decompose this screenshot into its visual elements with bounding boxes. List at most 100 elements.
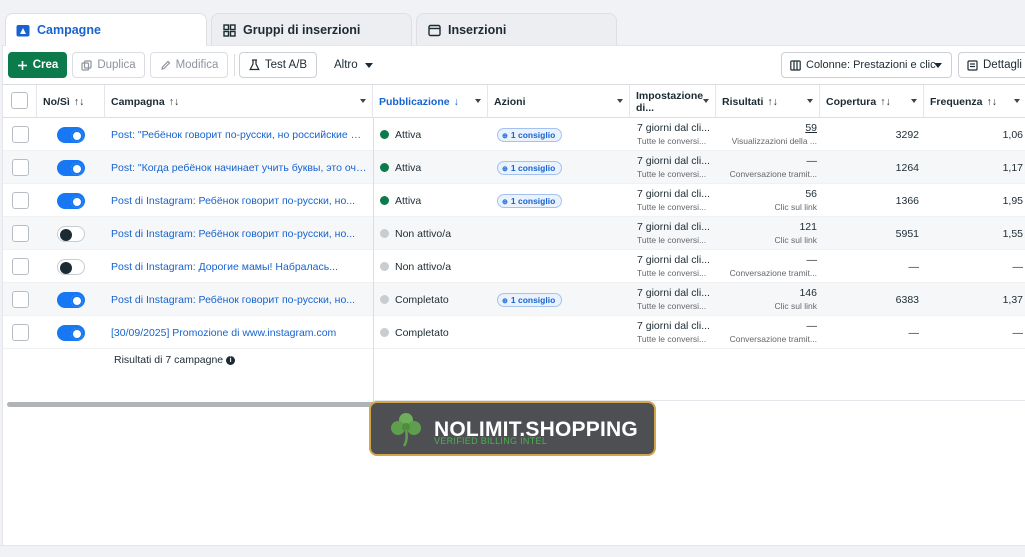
pencil-icon xyxy=(160,60,171,71)
campaign-name-link[interactable]: [30/09/2025] Promozione di www.instagram… xyxy=(111,316,369,349)
row-checkbox[interactable] xyxy=(12,159,29,176)
reach-value: 6383 xyxy=(895,293,919,306)
campaign-name-link[interactable]: Post: "Когда ребёнок начинает учить букв… xyxy=(111,151,369,184)
attribution-setting: 7 giorni dal cli... Tutte le conversi... xyxy=(637,122,710,146)
table-row[interactable]: Post: "Когда ребёнок начинает учить букв… xyxy=(3,151,1025,184)
recommendation-badge[interactable]: ⊕ 1 consiglio xyxy=(497,151,563,184)
delivery-toggle[interactable] xyxy=(57,259,85,275)
publication-status: Attiva xyxy=(380,151,490,184)
table-header: No/Sì ↑↓ Campagna ↑↓ Pubblicazione ↓ Azi… xyxy=(3,84,1025,118)
columns-dropdown[interactable]: Colonne: Prestazioni e clic xyxy=(781,52,952,78)
campaign-folder-icon xyxy=(16,23,30,37)
row-checkbox[interactable] xyxy=(12,258,29,275)
delivery-toggle[interactable] xyxy=(57,193,85,209)
create-button[interactable]: Crea xyxy=(8,52,67,78)
status-dot-icon xyxy=(380,328,389,337)
recommendation-badge[interactable]: ⊕ 1 consiglio xyxy=(497,184,563,217)
delivery-toggle[interactable] xyxy=(57,325,85,341)
ads-manager: Campagne Gruppi di inserzioni Inserzioni… xyxy=(0,0,1025,557)
toolbar-divider xyxy=(234,54,235,76)
caret-down-icon xyxy=(364,62,373,68)
publication-status: Completato xyxy=(380,316,490,349)
frequency-value: 1,95 xyxy=(1002,194,1023,207)
table-row[interactable]: Post: "Ребёнок говорит по-русски, но рос… xyxy=(3,118,1025,151)
delivery-toggle[interactable] xyxy=(57,292,85,308)
sort-icon: ↑↓ xyxy=(767,95,778,108)
recommendation-icon: ⊕ xyxy=(502,297,508,305)
status-dot-icon xyxy=(380,262,389,271)
row-checkbox[interactable] xyxy=(12,225,29,242)
ad-window-icon xyxy=(427,23,441,37)
tab-adsets[interactable]: Gruppi di inserzioni xyxy=(211,13,412,46)
row-checkbox[interactable] xyxy=(12,291,29,308)
recommendation-badge[interactable]: ⊕ 1 consiglio xyxy=(497,283,563,316)
frequency-value: 1,17 xyxy=(1002,161,1023,174)
delivery-toggle[interactable] xyxy=(57,160,85,176)
campaign-name-link[interactable]: Post di Instagram: Ребёнок говорит по-ру… xyxy=(111,184,369,217)
table-row[interactable]: Post di Instagram: Ребёнок говорит по-ру… xyxy=(3,184,1025,217)
tab-label: Gruppi di inserzioni xyxy=(243,23,361,37)
delivery-toggle[interactable] xyxy=(57,127,85,143)
tab-label: Inserzioni xyxy=(448,23,507,37)
recommendation-icon: ⊕ xyxy=(502,198,508,206)
publication-status: Attiva xyxy=(380,184,490,217)
reach-value: — xyxy=(908,260,920,273)
table-row[interactable]: Post di Instagram: Ребёнок говорит по-ру… xyxy=(3,283,1025,316)
more-dropdown[interactable]: Altro xyxy=(334,52,373,78)
columns-icon xyxy=(790,59,801,71)
tab-campaigns[interactable]: Campagne xyxy=(5,13,207,46)
results-value: 146 Clic sul link xyxy=(774,287,817,311)
toggle-knob xyxy=(71,163,83,175)
grid-icon xyxy=(222,23,236,37)
col-reach[interactable]: Copertura ↑↓ xyxy=(820,85,924,118)
tab-ads[interactable]: Inserzioni xyxy=(416,13,617,46)
status-dot-icon xyxy=(380,229,389,238)
col-publication[interactable]: Pubblicazione ↓ xyxy=(373,85,488,118)
recommendation-icon: ⊕ xyxy=(502,132,508,140)
table-row[interactable]: [30/09/2025] Promozione di www.instagram… xyxy=(3,316,1025,349)
col-actions[interactable]: Azioni xyxy=(488,85,630,118)
table-row[interactable]: Post di Instagram: Ребёнок говорит по-ру… xyxy=(3,217,1025,250)
campaign-name-link[interactable]: Post di Instagram: Ребёнок говорит по-ру… xyxy=(111,283,369,316)
delivery-toggle[interactable] xyxy=(57,226,85,242)
horizontal-scrollbar[interactable] xyxy=(7,402,375,407)
info-icon[interactable]: i xyxy=(226,355,236,365)
row-checkbox[interactable] xyxy=(12,126,29,143)
col-campaign[interactable]: Campagna ↑↓ xyxy=(105,85,373,118)
col-results[interactable]: Risultati ↑↓ xyxy=(716,85,820,118)
caret-down-icon xyxy=(934,63,942,68)
recommendation-badge[interactable]: ⊕ 1 consiglio xyxy=(497,118,563,151)
frozen-column-divider xyxy=(373,118,374,404)
toggle-knob xyxy=(60,262,72,274)
ab-test-button[interactable]: Test A/B xyxy=(239,52,317,78)
table-row[interactable]: Post di Instagram: Дорогие мамы! Набрала… xyxy=(3,250,1025,283)
caret-down-icon xyxy=(617,99,623,103)
bottom-bar xyxy=(0,545,1025,557)
duplicate-button[interactable]: Duplica xyxy=(72,52,145,78)
level-tabs: Campagne Gruppi di inserzioni Inserzioni xyxy=(0,0,1025,46)
results-value: — Conversazione tramit... xyxy=(729,155,817,179)
attribution-setting: 7 giorni dal cli... Tutte le conversi... xyxy=(637,254,710,278)
col-setting[interactable]: Impostazione di... xyxy=(630,85,716,118)
col-frequency[interactable]: Frequenza ↑↓ xyxy=(924,85,1025,118)
row-checkbox[interactable] xyxy=(12,324,29,341)
frequency-value: — xyxy=(1012,260,1024,273)
duplicate-icon xyxy=(81,59,92,71)
col-toggle[interactable]: No/Sì ↑↓ xyxy=(37,85,105,118)
select-all-checkbox[interactable] xyxy=(11,92,28,109)
plus-icon xyxy=(17,60,28,71)
campaign-name-link[interactable]: Post: "Ребёнок говорит по-русски, но рос… xyxy=(111,118,369,151)
row-checkbox[interactable] xyxy=(12,192,29,209)
campaign-name-link[interactable]: Post di Instagram: Ребёнок говорит по-ру… xyxy=(111,217,369,250)
toggle-knob xyxy=(71,196,83,208)
reach-value: 1264 xyxy=(895,161,919,174)
caret-down-icon xyxy=(807,99,813,103)
reach-value: — xyxy=(908,326,920,339)
campaign-name-link[interactable]: Post di Instagram: Дорогие мамы! Набрала… xyxy=(111,250,369,283)
sort-icon: ↑↓ xyxy=(73,95,85,108)
details-button[interactable]: Dettagli xyxy=(958,52,1025,78)
toggle-knob xyxy=(60,229,72,241)
tab-label: Campagne xyxy=(37,23,101,37)
edit-button[interactable]: Modifica xyxy=(150,52,228,78)
status-dot-icon xyxy=(380,163,389,172)
